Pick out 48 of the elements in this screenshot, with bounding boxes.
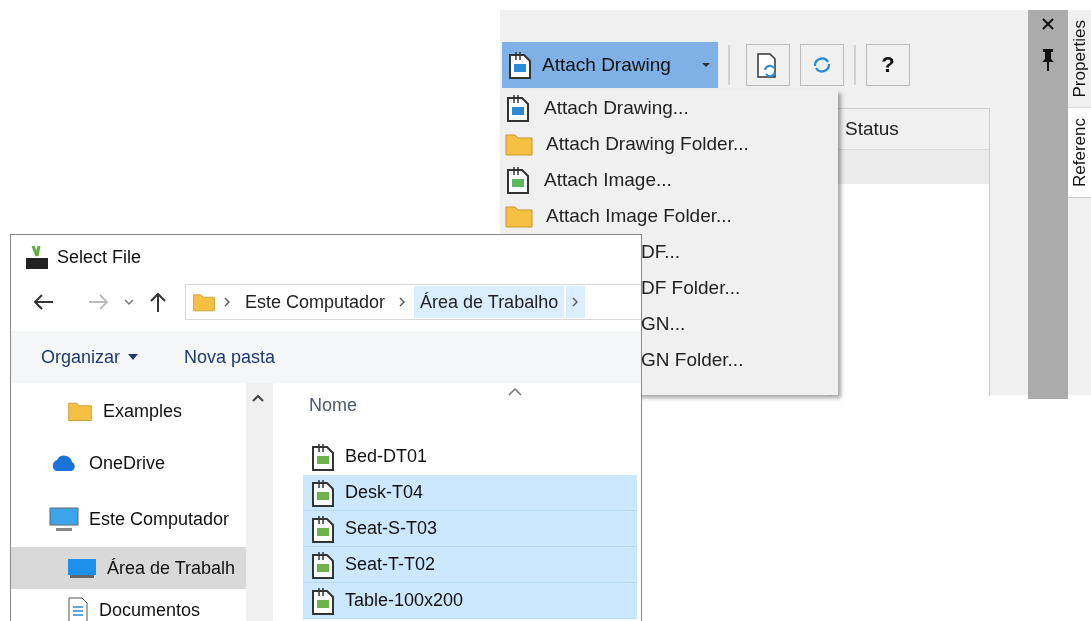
side-tab[interactable]: Referenc bbox=[1068, 108, 1091, 199]
window-title: Select File bbox=[57, 246, 142, 268]
nav-item[interactable]: Documentos bbox=[11, 589, 246, 621]
attach-drawing-button[interactable]: Attach Drawing bbox=[502, 42, 718, 88]
file-row[interactable]: Seat-S-T03 bbox=[303, 511, 637, 547]
dwg-file-icon bbox=[309, 513, 337, 544]
column-header[interactable]: Nome bbox=[303, 383, 641, 427]
drawing-file-icon bbox=[504, 93, 532, 123]
help-button[interactable]: ? bbox=[866, 44, 910, 86]
chevron-down-icon bbox=[123, 298, 135, 306]
chevron-icon bbox=[399, 297, 407, 307]
toolbar-button[interactable] bbox=[800, 44, 844, 86]
toolbar-button[interactable] bbox=[746, 44, 790, 86]
image-file-icon bbox=[504, 165, 532, 195]
chevron-icon bbox=[572, 297, 580, 307]
dwg-file-icon bbox=[309, 441, 337, 472]
nav-item[interactable]: Área de Trabalh bbox=[11, 547, 246, 589]
file-row[interactable]: Bed-DT01 bbox=[303, 439, 637, 475]
chevron-icon bbox=[224, 297, 231, 307]
command-button[interactable]: Nova pasta bbox=[184, 346, 276, 368]
command-button[interactable]: Organizar bbox=[41, 346, 139, 368]
dwg-file-icon bbox=[309, 585, 337, 616]
nav-item[interactable]: Este Computador bbox=[11, 491, 246, 547]
sort-caret-icon bbox=[507, 387, 523, 397]
pin-icon[interactable] bbox=[1040, 48, 1056, 72]
breadcrumb[interactable]: Este Computador bbox=[239, 286, 392, 318]
drawing-file-icon bbox=[506, 50, 534, 80]
folder-icon bbox=[504, 203, 534, 229]
scrollbar[interactable] bbox=[246, 383, 273, 621]
nav-item[interactable]: OneDrive bbox=[11, 435, 246, 491]
menu-item[interactable]: Attach Image Folder... bbox=[500, 198, 838, 234]
caret-icon bbox=[128, 354, 139, 360]
dwg-file-icon bbox=[309, 477, 337, 508]
breadcrumb[interactable]: Área de Trabalho bbox=[414, 286, 565, 318]
nav-item[interactable]: Examples bbox=[11, 387, 246, 435]
address-bar[interactable]: Este Computador Área de Trabalho bbox=[185, 284, 641, 320]
monitor-icon bbox=[67, 557, 97, 579]
file-row[interactable]: Table-100x200 bbox=[303, 583, 637, 619]
app-icon bbox=[25, 244, 49, 270]
file-row[interactable]: Seat-T-T02 bbox=[303, 547, 637, 583]
menu-item[interactable]: Attach Image... bbox=[500, 162, 838, 198]
caret-up-icon[interactable] bbox=[251, 393, 265, 403]
dwg-file-icon bbox=[309, 549, 337, 580]
folder-icon bbox=[504, 131, 534, 157]
close-icon bbox=[1041, 17, 1055, 31]
file-row[interactable]: Desk-T04 bbox=[303, 475, 637, 511]
caret-icon bbox=[702, 63, 710, 67]
monitor-icon bbox=[49, 506, 79, 532]
